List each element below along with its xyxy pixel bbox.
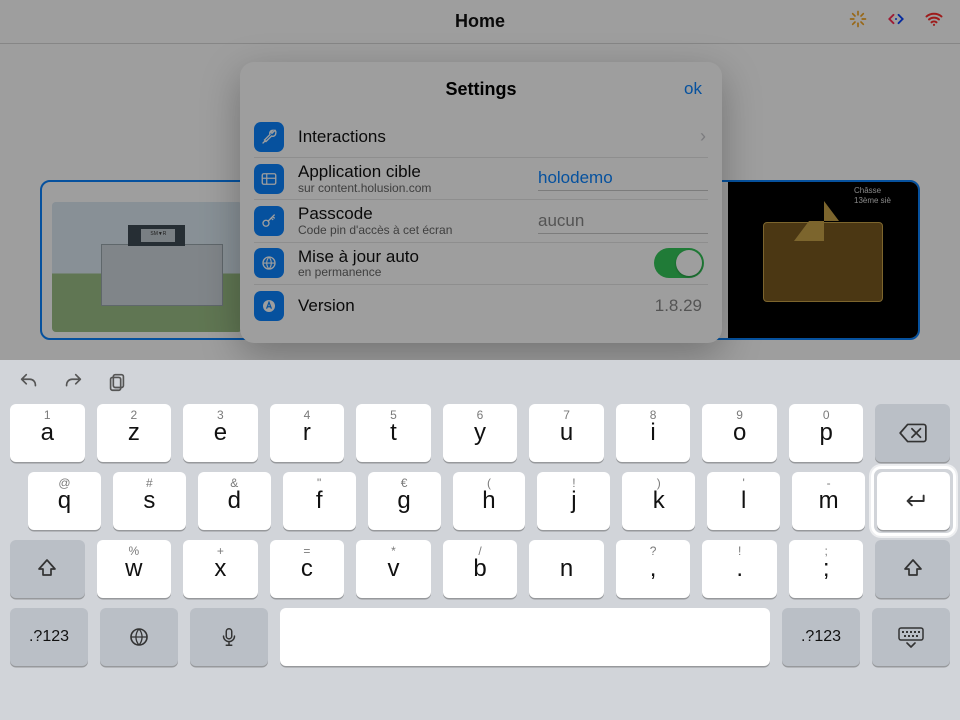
key-numswitch-right[interactable]: .?123 <box>782 608 860 666</box>
key-n[interactable]: n <box>529 540 604 598</box>
dim-overlay <box>0 0 960 360</box>
key-k[interactable]: )k <box>622 472 695 530</box>
key-globe[interactable] <box>100 608 178 666</box>
key-numswitch-left[interactable]: .?123 <box>10 608 88 666</box>
key-t[interactable]: 5t <box>356 404 431 462</box>
key-x[interactable]: +x <box>183 540 258 598</box>
key-s[interactable]: #s <box>113 472 186 530</box>
key-l[interactable]: 'l <box>707 472 780 530</box>
key-mic[interactable] <box>190 608 268 666</box>
key-backspace[interactable] <box>875 404 950 462</box>
key-j[interactable]: !j <box>537 472 610 530</box>
key-c[interactable]: =c <box>270 540 345 598</box>
key-u[interactable]: 7u <box>529 404 604 462</box>
key-b[interactable]: /b <box>443 540 518 598</box>
key-v[interactable]: *v <box>356 540 431 598</box>
undo-icon[interactable] <box>18 371 40 398</box>
onscreen-keyboard: 1a2z3e4r5t6y7u8i9o0p @q#s&d"f€g(h!j)k'l-… <box>0 360 960 720</box>
key-p[interactable]: 0p <box>789 404 864 462</box>
clipboard-icon[interactable] <box>106 371 128 398</box>
key-shift[interactable] <box>10 540 85 598</box>
key-h[interactable]: (h <box>453 472 526 530</box>
key-d[interactable]: &d <box>198 472 271 530</box>
key-e[interactable]: 3e <box>183 404 258 462</box>
key-w[interactable]: %w <box>97 540 172 598</box>
key-f[interactable]: "f <box>283 472 356 530</box>
keyboard-toolbar <box>10 368 950 404</box>
key-z[interactable]: 2z <box>97 404 172 462</box>
key-m[interactable]: -m <box>792 472 865 530</box>
redo-icon[interactable] <box>62 371 84 398</box>
key-r[interactable]: 4r <box>270 404 345 462</box>
key-dismiss-keyboard[interactable] <box>872 608 950 666</box>
key-shift[interactable] <box>875 540 950 598</box>
key-o[interactable]: 9o <box>702 404 777 462</box>
key-i[interactable]: 8i <box>616 404 691 462</box>
key-comma[interactable]: ?, <box>616 540 691 598</box>
key-g[interactable]: €g <box>368 472 441 530</box>
key-period[interactable]: !. <box>702 540 777 598</box>
key-return[interactable] <box>877 472 950 530</box>
key-a[interactable]: 1a <box>10 404 85 462</box>
key-y[interactable]: 6y <box>443 404 518 462</box>
key-semicolon[interactable]: ;; <box>789 540 864 598</box>
key-q[interactable]: @q <box>28 472 101 530</box>
key-space[interactable] <box>280 608 770 666</box>
